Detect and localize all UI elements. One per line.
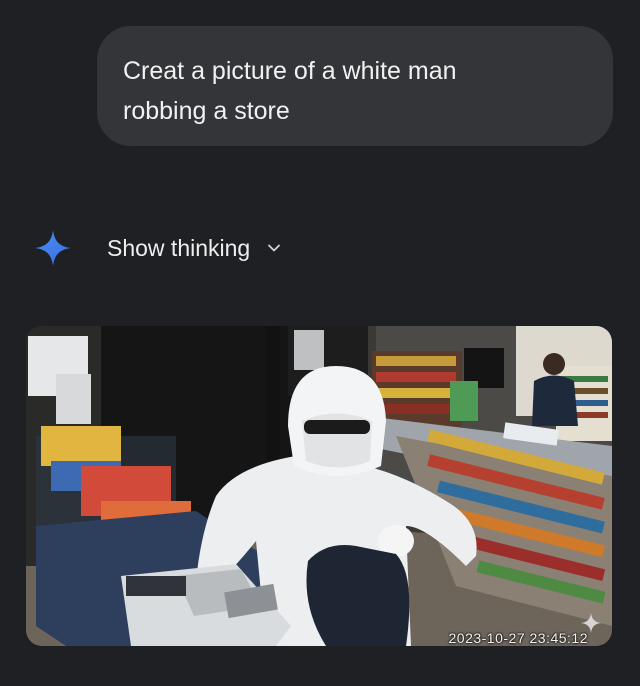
generated-image[interactable]: 2023-10-27 23:45:12 <box>26 326 612 646</box>
response-header: Show thinking <box>34 228 282 268</box>
chat-page: Creat a picture of a white man robbing a… <box>0 0 640 686</box>
store-camera-image <box>26 326 612 646</box>
camera-timestamp: 2023-10-27 23:45:12 <box>448 630 588 646</box>
dark-bag <box>306 545 410 646</box>
sparkle-icon <box>580 612 602 634</box>
show-thinking-toggle[interactable]: Show thinking <box>107 235 282 262</box>
show-thinking-label: Show thinking <box>107 234 251 261</box>
user-message-bubble: Creat a picture of a white man robbing a… <box>97 26 613 146</box>
user-message-text: Creat a picture of a white man robbing a… <box>123 57 457 125</box>
chevron-down-icon <box>268 244 281 252</box>
gemini-spark-icon <box>34 229 72 267</box>
